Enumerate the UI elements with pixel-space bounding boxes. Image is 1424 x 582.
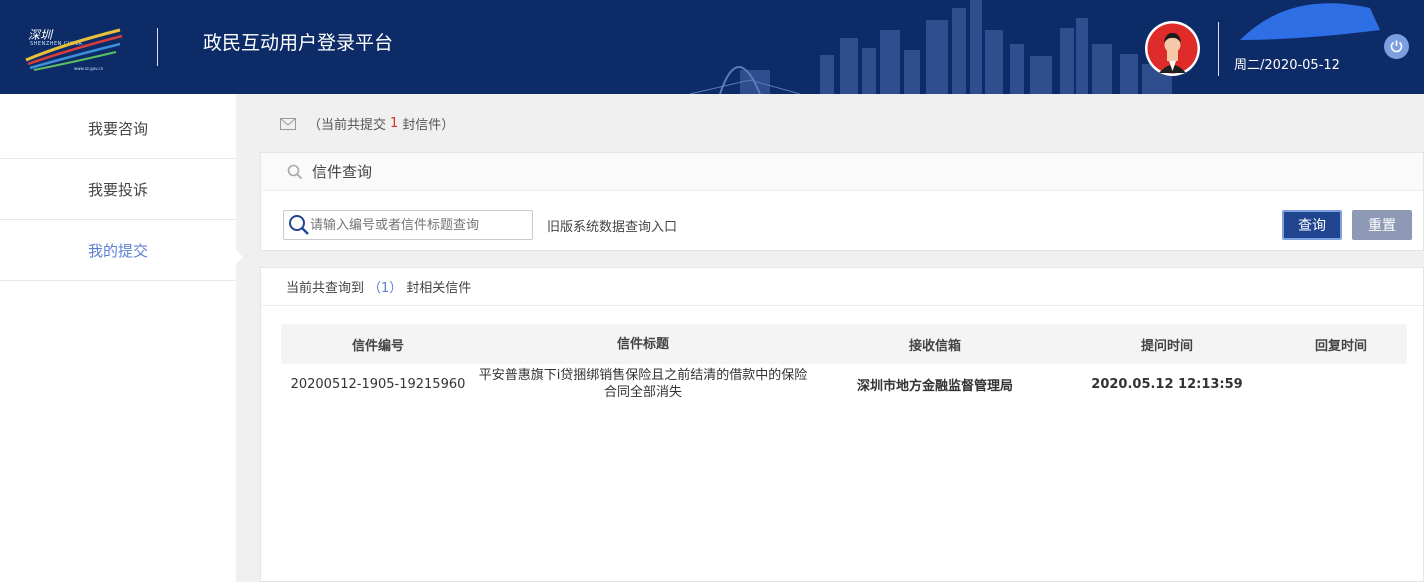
results-count: （1） — [368, 281, 403, 296]
submission-count: 1 — [390, 116, 399, 131]
column-header-mailbox: 接收信箱 — [908, 338, 961, 354]
sidebar: 我要咨询 我要投诉 我的提交 — [0, 94, 236, 582]
sidebar-item-my-submissions[interactable]: 我的提交 — [0, 221, 236, 281]
search-input[interactable] — [310, 217, 530, 233]
table-row[interactable]: 20200512-1905-19215960 平安普惠旗下i贷捆绑销售保险且之前… — [281, 364, 1407, 404]
query-panel-header: 信件查询 — [261, 153, 1423, 191]
active-indicator-arrow — [236, 250, 243, 264]
results-suffix: 封相关信件 — [406, 281, 472, 296]
platform-title: 政民互动用户登录平台 — [203, 32, 394, 54]
reset-button[interactable]: 重置 — [1352, 210, 1412, 240]
search-input-icon — [289, 215, 309, 235]
mail-icon — [280, 117, 296, 130]
header-bar: 深圳 SHENZHEN CHINA www.sz.gov.cn 政民互动用户登录… — [0, 0, 1424, 94]
search-field[interactable] — [283, 210, 533, 240]
summary-prefix: （当前共提交 — [308, 118, 387, 133]
column-header-reply-time: 回复时间 — [1314, 338, 1367, 354]
sidebar-item-consult[interactable]: 我要咨询 — [0, 99, 236, 159]
power-icon — [1390, 40, 1403, 53]
results-prefix: 当前共查询到 — [286, 281, 365, 296]
letters-table: 信件编号 信件标题 接收信箱 提问时间 回复时间 20200512-1905-1… — [281, 324, 1407, 404]
sidebar-item-complain[interactable]: 我要投诉 — [0, 160, 236, 220]
avatar-icon — [1147, 23, 1198, 74]
search-icon — [287, 164, 303, 179]
column-header-asked-time: 提问时间 — [1140, 338, 1193, 354]
letter-title[interactable]: 平安普惠旗下i贷捆绑销售保险且之前结清的借款中的保险合同全部消失 — [475, 367, 811, 401]
letter-asked-time: 2020.05.12 12:13:59 — [1091, 376, 1243, 392]
logout-button[interactable] — [1384, 34, 1409, 59]
shenzhen-logo[interactable]: 深圳 SHENZHEN CHINA www.sz.gov.cn — [24, 24, 124, 74]
query-button[interactable]: 查询 — [1282, 210, 1342, 240]
header-divider-right — [1218, 22, 1219, 76]
current-date: 周二/2020-05-12 — [1234, 58, 1340, 73]
column-header-id: 信件编号 — [351, 338, 404, 354]
header-divider — [157, 28, 158, 66]
old-system-query-link[interactable]: 旧版系统数据查询入口 — [547, 216, 677, 235]
logo-url: www.sz.gov.cn — [74, 66, 104, 71]
letter-query-panel: 信件查询 旧版系统数据查询入口 查询 重置 — [260, 152, 1424, 251]
results-summary: 当前共查询到 （1） 封相关信件 — [261, 268, 1423, 306]
letter-mailbox: 深圳市地方金融监督管理局 — [856, 378, 1013, 394]
results-panel: 当前共查询到 （1） 封相关信件 信件编号 信件标题 接收信箱 提问时间 回复时… — [260, 267, 1424, 582]
column-header-title: 信件标题 — [616, 336, 669, 352]
city-skyline-illustration — [689, 0, 1380, 94]
table-header: 信件编号 信件标题 接收信箱 提问时间 回复时间 — [281, 324, 1407, 364]
query-panel-title: 信件查询 — [312, 163, 373, 181]
summary-suffix: 封信件） — [402, 118, 455, 133]
letter-id: 20200512-1905-19215960 — [290, 376, 466, 392]
user-avatar[interactable] — [1145, 21, 1200, 76]
submission-summary: （当前共提交 1 封信件） — [280, 114, 454, 133]
